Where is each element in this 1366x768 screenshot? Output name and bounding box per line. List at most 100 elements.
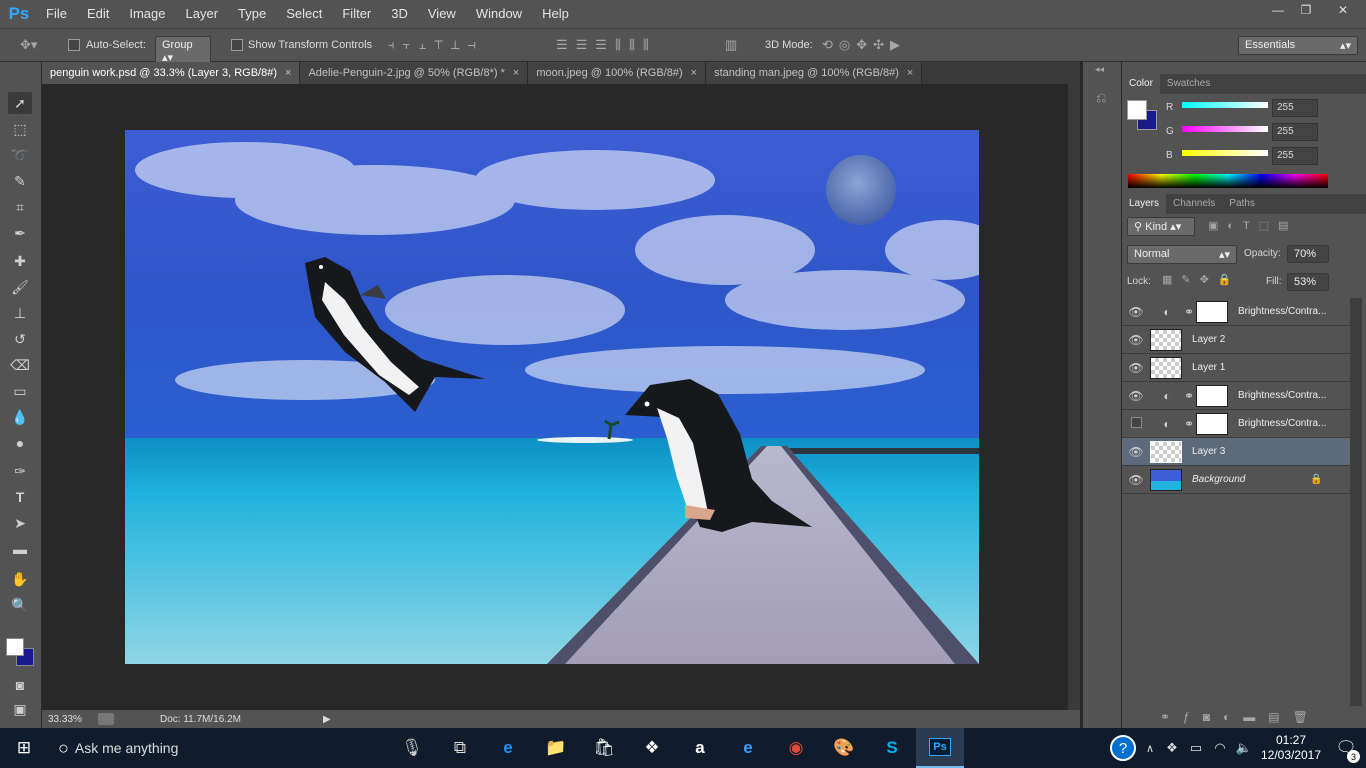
- cortana-search-box[interactable]: ○ Ask me anything: [48, 728, 388, 768]
- layer-row-layer-3[interactable]: 👁 Layer 3: [1122, 438, 1350, 466]
- layer-row-brightness-2[interactable]: 👁 ◐ ⚭ Brightness/Contra...: [1122, 382, 1350, 410]
- menu-window[interactable]: Window: [466, 0, 532, 28]
- pen-tool-icon[interactable]: ✑: [8, 460, 32, 482]
- rectangle-tool-icon[interactable]: ▬: [8, 538, 32, 560]
- clock[interactable]: 01:27 12/03/2017: [1256, 733, 1326, 763]
- show-hidden-icons[interactable]: ∧: [1140, 728, 1160, 768]
- menu-select[interactable]: Select: [276, 0, 332, 28]
- history-panel-icon[interactable]: ⎌: [1096, 90, 1106, 106]
- dodge-tool-icon[interactable]: ●: [8, 432, 32, 454]
- wifi-icon[interactable]: ◠: [1208, 728, 1232, 768]
- tab-close-icon[interactable]: ×: [513, 67, 519, 79]
- collapse-arrows-icon[interactable]: ◂◂: [1095, 64, 1104, 75]
- tray-apps-icon[interactable]: ❖: [1160, 728, 1184, 768]
- menu-help[interactable]: Help: [532, 0, 579, 28]
- battery-icon[interactable]: ▭: [1184, 728, 1208, 768]
- tab-close-icon[interactable]: ×: [907, 67, 913, 79]
- layer-row-layer-1[interactable]: 👁 Layer 1: [1122, 354, 1350, 382]
- eyedropper-tool-icon[interactable]: ✒: [8, 222, 32, 244]
- internet-explorer-icon[interactable]: e: [724, 728, 772, 768]
- tab-color[interactable]: Color: [1122, 74, 1160, 94]
- layer-row-brightness-1[interactable]: 👁 ◐ ⚭ Brightness/Contra...: [1122, 298, 1350, 326]
- minimize-button[interactable]: —: [1264, 0, 1292, 20]
- dropbox-icon[interactable]: ❖: [628, 728, 676, 768]
- auto-select-checkbox[interactable]: [68, 39, 80, 54]
- foreground-color-swatch[interactable]: [6, 638, 24, 656]
- help-circle-icon[interactable]: ?: [1106, 728, 1140, 768]
- menu-filter[interactable]: Filter: [332, 0, 381, 28]
- blur-tool-icon[interactable]: 💧: [8, 406, 32, 428]
- path-select-tool-icon[interactable]: ➤: [8, 512, 32, 534]
- quick-select-tool-icon[interactable]: ✎: [8, 170, 32, 192]
- b-value[interactable]: 255: [1272, 147, 1318, 165]
- color-spectrum[interactable]: [1128, 174, 1328, 188]
- 3d-mode-icons[interactable]: ⟲◎✥✣▶: [822, 37, 906, 53]
- visibility-eye-icon[interactable]: 👁: [1122, 361, 1150, 375]
- windows-start-icon[interactable]: ⊞: [0, 728, 48, 768]
- status-menu-icon[interactable]: [98, 713, 114, 725]
- tab-close-icon[interactable]: ×: [691, 67, 697, 79]
- visibility-eye-icon[interactable]: 👁: [1122, 305, 1150, 319]
- photoshop-taskbar-icon[interactable]: Ps: [916, 728, 964, 768]
- hand-tool-icon[interactable]: ✋: [8, 568, 32, 590]
- file-explorer-icon[interactable]: 📁: [532, 728, 580, 768]
- workspace-select[interactable]: Essentials ▴▾: [1238, 36, 1358, 55]
- auto-align-icon[interactable]: ▥: [725, 37, 737, 53]
- menu-type[interactable]: Type: [228, 0, 276, 28]
- tab-penguin-work[interactable]: penguin work.psd @ 33.3% (Layer 3, RGB/8…: [42, 62, 301, 84]
- show-transform-checkbox[interactable]: [231, 39, 243, 54]
- screen-mode-icon[interactable]: ▣: [8, 698, 32, 720]
- menu-file[interactable]: File: [36, 0, 77, 28]
- vertical-scrollbar[interactable]: [1068, 84, 1080, 710]
- restore-button[interactable]: ❐: [1292, 0, 1320, 20]
- fill-value[interactable]: 53%: [1287, 273, 1329, 291]
- menu-edit[interactable]: Edit: [77, 0, 119, 28]
- task-view-icon[interactable]: ⧉: [436, 728, 484, 768]
- type-tool-icon[interactable]: T: [8, 486, 32, 508]
- b-slider[interactable]: [1182, 150, 1268, 156]
- amazon-icon[interactable]: a: [676, 728, 724, 768]
- g-value[interactable]: 255: [1272, 123, 1318, 141]
- healing-brush-icon[interactable]: ✚: [8, 250, 32, 272]
- marquee-tool-icon[interactable]: ⬚: [8, 118, 32, 140]
- move-tool-preset-icon[interactable]: ✥▾: [20, 37, 37, 53]
- clone-stamp-icon[interactable]: ⊥: [8, 302, 32, 324]
- crop-tool-icon[interactable]: ⌗: [8, 196, 32, 218]
- g-slider[interactable]: [1182, 126, 1268, 132]
- zoom-tool-icon[interactable]: 🔍: [8, 594, 32, 616]
- distribute-icons[interactable]: ☰☰☰⫼⫼⫼: [556, 37, 657, 53]
- menu-image[interactable]: Image: [119, 0, 175, 28]
- visibility-eye-icon[interactable]: 👁: [1122, 389, 1150, 403]
- status-arrow-icon[interactable]: ▶: [323, 714, 331, 725]
- microphone-icon[interactable]: 🎙: [388, 728, 436, 768]
- layer-row-brightness-3[interactable]: ◐ ⚭ Brightness/Contra...: [1122, 410, 1350, 438]
- eraser-tool-icon[interactable]: ⌫: [8, 354, 32, 376]
- blend-mode-select[interactable]: Normal ▴▾: [1127, 245, 1237, 264]
- layer-filter-icons[interactable]: ▣◐T⬚▤: [1208, 219, 1298, 232]
- tab-adelie-penguin[interactable]: Adelie-Penguin-2.jpg @ 50% (RGB/8*) * ×: [300, 62, 529, 84]
- gradient-tool-icon[interactable]: ▭: [8, 380, 32, 402]
- volume-icon[interactable]: 🔈: [1232, 728, 1256, 768]
- paint-icon[interactable]: 🎨: [820, 728, 868, 768]
- menu-view[interactable]: View: [418, 0, 466, 28]
- chrome-icon[interactable]: ◉: [772, 728, 820, 768]
- tab-channels[interactable]: Channels: [1166, 194, 1222, 214]
- opacity-value[interactable]: 70%: [1287, 245, 1329, 263]
- store-icon[interactable]: 🛍: [580, 728, 628, 768]
- visibility-toggle-empty[interactable]: [1122, 416, 1150, 431]
- tab-standing-man[interactable]: standing man.jpeg @ 100% (RGB/8#) ×: [706, 62, 923, 84]
- zoom-level[interactable]: 33.33%: [48, 714, 94, 725]
- quick-mask-icon[interactable]: ◙: [8, 674, 32, 696]
- layers-scrollbar[interactable]: [1350, 298, 1362, 706]
- color-foreground-swatch[interactable]: [1127, 100, 1147, 120]
- layer-row-layer-2[interactable]: 👁 Layer 2: [1122, 326, 1350, 354]
- lasso-tool-icon[interactable]: ➰: [8, 144, 32, 166]
- layer-row-background[interactable]: 👁 Background 🔒: [1122, 466, 1350, 494]
- menu-layer[interactable]: Layer: [176, 0, 229, 28]
- brush-tool-icon[interactable]: 🖌: [8, 276, 32, 298]
- tab-paths[interactable]: Paths: [1222, 194, 1262, 214]
- tab-close-icon[interactable]: ×: [285, 67, 291, 79]
- menu-3d[interactable]: 3D: [381, 0, 418, 28]
- layers-bottom-icons[interactable]: ⚭ƒ◙◐▬▤🗑: [1160, 710, 1321, 724]
- close-button[interactable]: ✕: [1320, 0, 1366, 20]
